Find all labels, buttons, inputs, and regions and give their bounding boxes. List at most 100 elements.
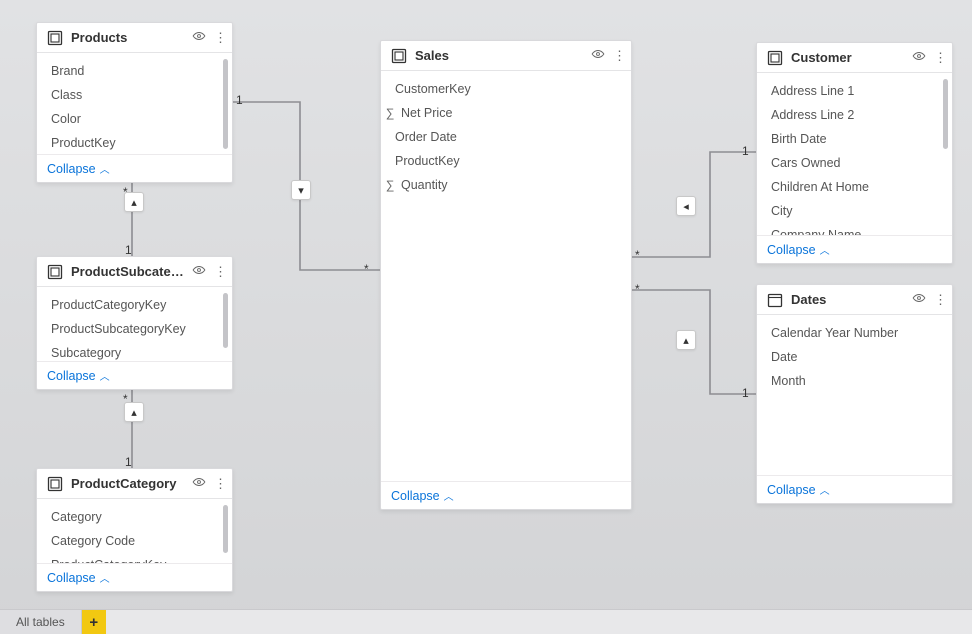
visibility-icon[interactable]	[589, 47, 607, 64]
collapse-link[interactable]: Collapse︿	[47, 368, 110, 383]
table-icon	[47, 30, 63, 46]
visibility-icon[interactable]	[190, 263, 208, 280]
table-header[interactable]: Customer ⋮	[757, 43, 952, 73]
filter-direction-icon[interactable]: ▴	[124, 192, 144, 212]
cardinality-one: 1	[125, 243, 132, 257]
table-header[interactable]: Products ⋮	[37, 23, 232, 53]
more-icon[interactable]: ⋮	[214, 30, 222, 46]
chevron-up-icon: ︿	[820, 482, 830, 497]
scrollbar[interactable]	[943, 79, 948, 229]
sigma-icon: ∑	[383, 176, 397, 194]
visibility-icon[interactable]	[910, 49, 928, 66]
more-icon[interactable]: ⋮	[214, 476, 222, 492]
field-list: Brand Class Color ProductKey ProductSubc…	[37, 53, 232, 154]
field-list: Category Category Code ProductCategoryKe…	[37, 499, 232, 563]
field-item[interactable]: Children At Home	[757, 175, 952, 199]
table-icon	[391, 48, 407, 64]
field-list: CustomerKey ∑Net Price Order Date Produc…	[381, 71, 631, 203]
field-item[interactable]: Address Line 1	[757, 79, 952, 103]
field-item[interactable]: CustomerKey	[381, 77, 631, 101]
more-icon[interactable]: ⋮	[934, 50, 942, 66]
table-title: Customer	[791, 50, 904, 65]
model-canvas[interactable]: Products ⋮ Brand Class Color ProductKey …	[0, 0, 972, 610]
scrollbar[interactable]	[223, 505, 228, 557]
visibility-icon[interactable]	[190, 475, 208, 492]
table-sales[interactable]: Sales ⋮ CustomerKey ∑Net Price Order Dat…	[380, 40, 632, 510]
field-item[interactable]: ProductCategoryKey	[37, 553, 232, 563]
cardinality-one: 1	[125, 455, 132, 469]
cardinality-one: 1	[742, 144, 749, 158]
field-item[interactable]: ProductSubcategoryKey	[37, 317, 232, 341]
chevron-up-icon: ︿	[100, 570, 110, 585]
table-title: ProductSubcategory	[71, 264, 184, 279]
more-icon[interactable]: ⋮	[613, 48, 621, 64]
filter-direction-icon[interactable]: ◂	[676, 196, 696, 216]
field-item[interactable]: Cars Owned	[757, 151, 952, 175]
tab-all-tables[interactable]: All tables	[0, 610, 82, 634]
field-item[interactable]: ∑Quantity	[381, 173, 631, 197]
table-header[interactable]: Dates ⋮	[757, 285, 952, 315]
field-item[interactable]: Date	[757, 345, 952, 369]
collapse-link[interactable]: Collapse︿	[391, 488, 454, 503]
bottom-bar: All tables +	[0, 609, 972, 634]
field-list: ProductCategoryKey ProductSubcategoryKey…	[37, 287, 232, 361]
cardinality-one: 1	[742, 386, 749, 400]
cardinality-one: 1	[236, 93, 243, 107]
more-icon[interactable]: ⋮	[934, 292, 942, 308]
cardinality-many: *	[123, 392, 128, 406]
scrollbar[interactable]	[223, 59, 228, 148]
table-title: Sales	[415, 48, 583, 63]
field-item[interactable]: Birth Date	[757, 127, 952, 151]
collapse-link[interactable]: Collapse︿	[47, 570, 110, 585]
table-dates[interactable]: Dates ⋮ Calendar Year Number Date Month …	[756, 284, 953, 504]
filter-direction-icon[interactable]: ▾	[291, 180, 311, 200]
sigma-icon: ∑	[383, 104, 397, 122]
scrollbar[interactable]	[223, 293, 228, 355]
cardinality-many: *	[635, 248, 640, 262]
field-item[interactable]: Category Code	[37, 529, 232, 553]
field-item[interactable]: ProductCategoryKey	[37, 293, 232, 317]
table-products[interactable]: Products ⋮ Brand Class Color ProductKey …	[36, 22, 233, 183]
more-icon[interactable]: ⋮	[214, 264, 222, 280]
table-header[interactable]: ProductCategory ⋮	[37, 469, 232, 499]
field-item[interactable]: Company Name	[757, 223, 952, 235]
filter-direction-icon[interactable]: ▴	[676, 330, 696, 350]
chevron-up-icon: ︿	[820, 242, 830, 257]
field-item[interactable]: ProductKey	[381, 149, 631, 173]
field-item[interactable]: ∑Net Price	[381, 101, 631, 125]
field-item[interactable]: Brand	[37, 59, 232, 83]
table-header[interactable]: Sales ⋮	[381, 41, 631, 71]
field-item[interactable]: City	[757, 199, 952, 223]
field-item[interactable]: Class	[37, 83, 232, 107]
collapse-link[interactable]: Collapse︿	[47, 161, 110, 176]
table-customer[interactable]: Customer ⋮ Address Line 1 Address Line 2…	[756, 42, 953, 264]
chevron-up-icon: ︿	[100, 161, 110, 176]
calendar-icon	[767, 292, 783, 308]
table-title: Dates	[791, 292, 904, 307]
visibility-icon[interactable]	[910, 291, 928, 308]
chevron-up-icon: ︿	[100, 368, 110, 383]
field-item[interactable]: Subcategory	[37, 341, 232, 361]
table-icon	[47, 264, 63, 280]
field-item[interactable]: Color	[37, 107, 232, 131]
cardinality-many: *	[635, 282, 640, 296]
field-item[interactable]: Category	[37, 505, 232, 529]
table-title: Products	[71, 30, 184, 45]
collapse-link[interactable]: Collapse︿	[767, 242, 830, 257]
table-header[interactable]: ProductSubcategory ⋮	[37, 257, 232, 287]
collapse-link[interactable]: Collapse︿	[767, 482, 830, 497]
table-icon	[767, 50, 783, 66]
table-icon	[47, 476, 63, 492]
table-productsubcategory[interactable]: ProductSubcategory ⋮ ProductCategoryKey …	[36, 256, 233, 390]
table-productcategory[interactable]: ProductCategory ⋮ Category Category Code…	[36, 468, 233, 592]
field-item[interactable]: ProductKey	[37, 131, 232, 154]
visibility-icon[interactable]	[190, 29, 208, 46]
field-list: Address Line 1 Address Line 2 Birth Date…	[757, 73, 952, 235]
field-item[interactable]: Calendar Year Number	[757, 321, 952, 345]
add-tab-button[interactable]: +	[82, 610, 106, 634]
field-list: Calendar Year Number Date Month	[757, 315, 952, 399]
chevron-up-icon: ︿	[444, 488, 454, 503]
field-item[interactable]: Order Date	[381, 125, 631, 149]
field-item[interactable]: Address Line 2	[757, 103, 952, 127]
field-item[interactable]: Month	[757, 369, 952, 393]
